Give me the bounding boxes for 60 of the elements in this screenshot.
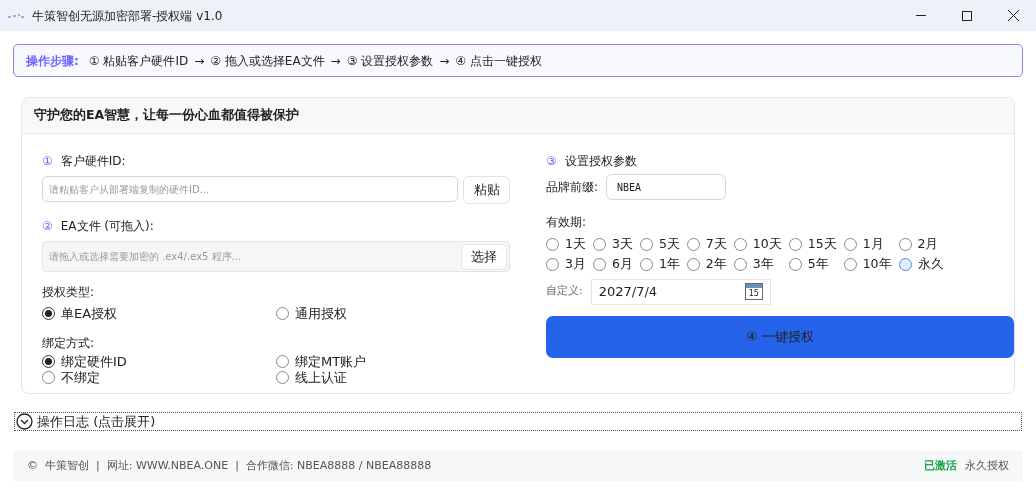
radio-option[interactable]: 15天 [788, 235, 837, 254]
date-value: 2027/7/4 [598, 282, 659, 301]
license-status: 永久授权 [965, 457, 1009, 474]
field-label: 品牌前缀: [546, 179, 599, 196]
paste-button[interactable]: 粘贴 [463, 176, 510, 204]
ea-file-field[interactable]: 请拖入或选择需要加密的 .ex4/.ex5 程序... 选择 [42, 241, 510, 272]
section-label: 授权类型: [42, 284, 96, 301]
radio-option[interactable]: 绑定硬件ID [42, 353, 276, 370]
field-label: EA文件 (可拖入): [60, 218, 154, 235]
radio-option[interactable]: 7天 [686, 235, 727, 254]
radio-option[interactable]: 5年 [788, 254, 837, 274]
radio-option[interactable]: 线上认证 [276, 369, 510, 386]
radio-option[interactable]: 3月 [546, 254, 586, 274]
footer-text: © 牛策智创 | 网址: WWW.NBEA.ONE | 合作微信: NBEA8888 / NBEA88888 [27, 457, 432, 474]
step-text: ③ 设置授权参数 [346, 52, 434, 70]
radio-circle-icon[interactable] [42, 307, 55, 321]
radio-option[interactable]: 5天 [639, 235, 680, 254]
radio-option[interactable]: 绑定MT账户 [276, 353, 510, 370]
field-label: 客户硬件ID: [60, 153, 126, 170]
radio-option[interactable]: 通用授权 [276, 304, 510, 324]
hardware-id-field[interactable]: 请粘贴客户从部署端复制的硬件ID... [42, 176, 458, 202]
radio-circle-icon[interactable] [42, 355, 55, 368]
activation-status: 已激活 [924, 457, 957, 474]
step-text: ④ 点击一键授权 [455, 52, 542, 70]
radio-option[interactable]: 不绑定 [42, 369, 276, 386]
step-number: ② [42, 218, 53, 235]
section-label: 设置授权参数 [564, 153, 637, 170]
section-label: 绑定方式: [42, 334, 96, 352]
step-text: ② 拖入或选择EA文件 [210, 52, 325, 70]
window-title: 牛策智创无源加密部署-授权端 v1.0 [32, 7, 223, 25]
step-text: ① 粘贴客户硬件ID [88, 52, 189, 70]
radio-option[interactable]: 单EA授权 [42, 304, 276, 324]
step-text: → [194, 52, 205, 70]
radio-option[interactable]: 3天 [592, 235, 633, 254]
date-field[interactable]: 2027/7/4 15 [590, 278, 771, 305]
radio-option[interactable]: 3年 [733, 254, 782, 274]
step-number: ③ [546, 153, 557, 170]
step-number: ① [42, 153, 53, 170]
radio-option[interactable]: 10天 [733, 235, 782, 254]
ea-file-input[interactable]: 请拖入或选择需要加密的 .ex4/.ex5 程序... [49, 249, 461, 264]
radio-option[interactable]: 10年 [843, 254, 892, 274]
radio-option[interactable]: 2月 [898, 235, 944, 254]
brand-prefix-field[interactable]: NBEA [606, 174, 727, 200]
radio-option[interactable]: 6月 [592, 254, 633, 274]
card-title: 守护您的EA智慧，让每一份心血都值得被保护 [34, 106, 300, 125]
calendar-icon[interactable]: 15 [744, 283, 763, 300]
steps-label: 操作步骤: [26, 52, 79, 70]
radio-option[interactable]: 1月 [843, 235, 892, 254]
step-text: → [439, 52, 450, 70]
app-logo-icon [8, 12, 24, 19]
choose-button[interactable]: 选择 [461, 243, 507, 270]
radio-option[interactable]: 1天 [546, 235, 586, 254]
section-label: 有效期: [546, 214, 588, 231]
radio-option[interactable]: 1年 [639, 254, 680, 274]
expand-icon [16, 413, 33, 430]
radio-option[interactable]: 永久 [898, 254, 944, 274]
step-text: → [330, 52, 341, 70]
log-toggle[interactable]: 操作日志 (点击展开) [14, 412, 1022, 431]
radio-option[interactable]: 2年 [686, 254, 727, 274]
field-label: 自定义: [546, 283, 583, 300]
